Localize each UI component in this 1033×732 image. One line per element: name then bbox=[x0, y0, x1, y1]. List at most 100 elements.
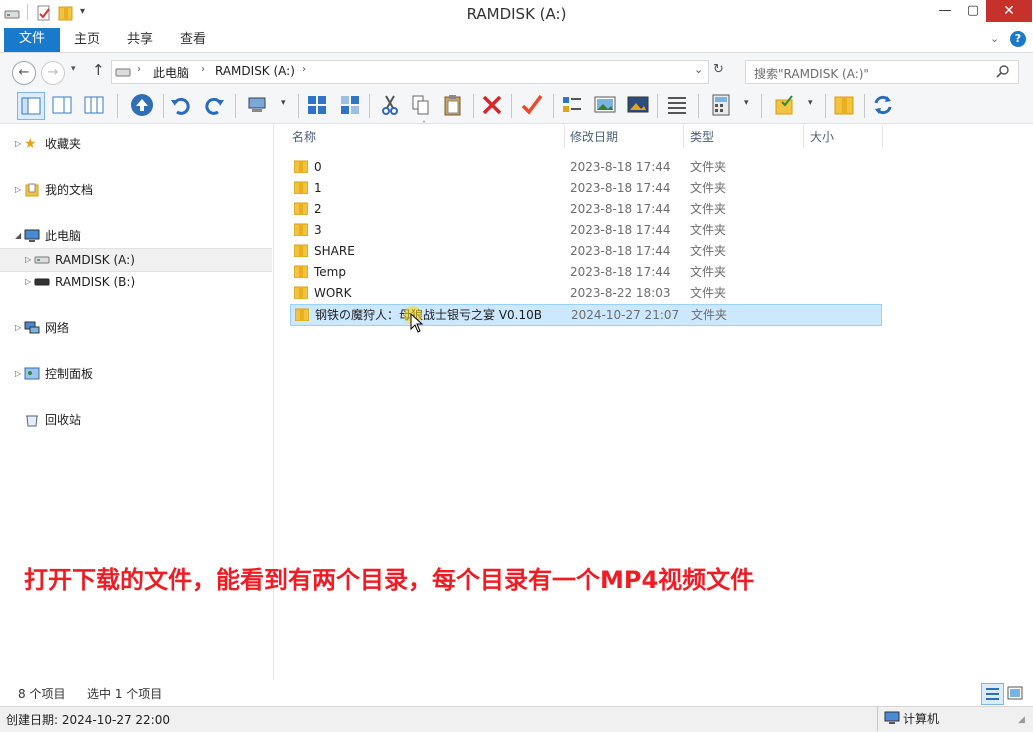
cut-icon[interactable] bbox=[377, 92, 403, 118]
toolbar-separator bbox=[698, 94, 699, 118]
folder-icon bbox=[294, 223, 308, 236]
address-dropdown-icon[interactable]: ⌄ bbox=[694, 63, 703, 76]
minimize-button[interactable]: — bbox=[930, 0, 960, 22]
toolbar-separator bbox=[298, 94, 299, 118]
sidebar-item-my-documents[interactable]: ▷ 我的文档 bbox=[0, 179, 270, 201]
expand-arrow-icon[interactable]: ▷ bbox=[15, 179, 21, 201]
computer-label: 计算机 bbox=[903, 712, 940, 726]
control-panel-icon bbox=[24, 367, 40, 380]
sidebar-item-ramdisk-a[interactable]: ▷ RAMDISK (A:) bbox=[0, 248, 272, 272]
tab-file[interactable]: 文件 bbox=[4, 28, 60, 52]
column-divider bbox=[683, 126, 684, 148]
back-button[interactable]: ← bbox=[12, 61, 36, 85]
breadcrumb-ramdisk[interactable]: RAMDISK (A:) bbox=[215, 64, 295, 78]
sidebar-item-ramdisk-b[interactable]: ▷ RAMDISK (B:) bbox=[0, 271, 270, 293]
redo-icon[interactable] bbox=[201, 92, 227, 118]
sidebar-item-favorites[interactable]: ▷ ★ 收藏夹 bbox=[0, 133, 270, 155]
preview-image-icon[interactable] bbox=[592, 92, 618, 118]
folder-icon bbox=[295, 308, 309, 321]
layout-details-pane-icon[interactable] bbox=[81, 92, 107, 118]
forward-button[interactable]: → bbox=[41, 61, 65, 85]
large-icons-layout-icon bbox=[1007, 686, 1023, 700]
toolbar: ▾ ▾ ▾ bbox=[0, 89, 1033, 124]
file-name: 3 bbox=[314, 223, 322, 237]
expand-arrow-icon[interactable]: ▷ bbox=[15, 133, 21, 155]
checklist-folder-icon[interactable] bbox=[772, 92, 798, 118]
sidebar-item-this-pc[interactable]: ◢ 此电脑 bbox=[0, 225, 270, 247]
sidebar-item-label: 控制面板 bbox=[45, 367, 94, 381]
computer-icon bbox=[884, 711, 900, 724]
sidebar-item-network[interactable]: ▷ 网络 bbox=[0, 317, 270, 339]
file-row[interactable]: 0 2023-8-18 17:44 文件夹 bbox=[290, 157, 880, 177]
checklist-dropdown-icon[interactable]: ▾ bbox=[808, 98, 813, 108]
file-row[interactable]: SHARE 2023-8-18 17:44 文件夹 bbox=[290, 241, 880, 261]
select-check-icon[interactable] bbox=[519, 92, 545, 118]
breadcrumb-this-pc[interactable]: 此电脑 bbox=[153, 64, 189, 81]
expand-arrow-icon[interactable]: ▷ bbox=[15, 317, 21, 339]
up-button[interactable]: ↑ bbox=[92, 61, 105, 79]
column-divider bbox=[803, 126, 804, 148]
tab-share[interactable]: 共享 bbox=[127, 28, 153, 52]
file-row[interactable]: 2 2023-8-18 17:44 文件夹 bbox=[290, 199, 880, 219]
file-row[interactable]: 1 2023-8-18 17:44 文件夹 bbox=[290, 178, 880, 198]
folder-icon bbox=[294, 244, 308, 257]
status-bar: 8 个项目 选中 1 个项目 bbox=[0, 683, 1033, 705]
file-row[interactable]: 3 2023-8-18 17:44 文件夹 bbox=[290, 220, 880, 240]
toolbar-separator bbox=[369, 94, 370, 118]
expand-arrow-icon[interactable]: ▷ bbox=[25, 249, 31, 271]
recent-locations-icon[interactable]: ▾ bbox=[71, 64, 76, 74]
refresh-icon[interactable]: ↻ bbox=[713, 62, 724, 77]
file-row[interactable]: WORK 2023-8-22 18:03 文件夹 bbox=[290, 283, 880, 303]
expand-arrow-icon[interactable]: ▷ bbox=[25, 271, 31, 293]
column-header-date[interactable]: 修改日期 bbox=[570, 124, 682, 150]
ribbon-expand-icon[interactable]: ⌄ bbox=[990, 32, 999, 45]
file-date: 2023-8-18 17:44 bbox=[570, 160, 671, 174]
toolbar-separator bbox=[864, 94, 865, 118]
tab-view[interactable]: 查看 bbox=[180, 28, 206, 52]
collapse-arrow-icon[interactable]: ◢ bbox=[15, 225, 21, 247]
sidebar-item-label: RAMDISK (B:) bbox=[55, 275, 136, 289]
thumbnail-image-icon[interactable] bbox=[625, 92, 651, 118]
details-view-icon[interactable] bbox=[664, 92, 690, 118]
layout-single-pane-icon[interactable] bbox=[17, 92, 45, 120]
details-layout-button[interactable] bbox=[981, 683, 1004, 705]
search-input[interactable]: 搜索"RAMDISK (A:)" bbox=[745, 60, 1019, 84]
help-icon[interactable]: ? bbox=[1010, 31, 1026, 47]
sidebar-item-control-panel[interactable]: ▷ 控制面板 bbox=[0, 363, 270, 385]
large-icons-view-icon[interactable] bbox=[304, 92, 330, 118]
search-icon[interactable] bbox=[996, 65, 1010, 79]
map-drive-icon[interactable] bbox=[245, 92, 271, 118]
maximize-button[interactable]: ▢ bbox=[958, 0, 988, 22]
layout-preview-pane-icon[interactable] bbox=[49, 92, 75, 118]
expand-arrow-icon[interactable]: ▷ bbox=[15, 363, 21, 385]
large-icons-layout-button[interactable] bbox=[1005, 684, 1025, 703]
calculator-dropdown-icon[interactable]: ▾ bbox=[744, 98, 749, 108]
tiles-view-icon[interactable] bbox=[337, 92, 363, 118]
file-name: 0 bbox=[314, 160, 322, 174]
search-placeholder: 搜索"RAMDISK (A:)" bbox=[754, 67, 869, 81]
file-row[interactable]: Temp 2023-8-18 17:44 文件夹 bbox=[290, 262, 880, 282]
file-row-selected[interactable]: 钢铁の魔狩人：母狼战士银亏之宴 V0.10B 2024-10-27 21:07 … bbox=[290, 304, 882, 326]
calculator-icon[interactable] bbox=[708, 92, 734, 118]
map-drive-dropdown-icon[interactable]: ▾ bbox=[281, 98, 286, 108]
file-date: 2023-8-22 18:03 bbox=[570, 286, 671, 300]
sidebar-item-recycle-bin[interactable]: 回收站 bbox=[0, 409, 270, 431]
column-header-type[interactable]: 类型 bbox=[690, 124, 802, 150]
tab-home[interactable]: 主页 bbox=[74, 28, 100, 52]
undo-icon[interactable] bbox=[168, 92, 194, 118]
column-header-size[interactable]: 大小 bbox=[810, 124, 880, 150]
sync-icon[interactable] bbox=[870, 92, 896, 118]
copy-icon[interactable] bbox=[408, 92, 434, 118]
folder-icon[interactable] bbox=[831, 92, 857, 118]
toolbar-separator bbox=[473, 94, 474, 118]
delete-icon[interactable] bbox=[479, 92, 505, 118]
address-bar[interactable]: › 此电脑 › RAMDISK (A:) › ⌄ bbox=[111, 60, 709, 84]
close-button[interactable]: ✕ bbox=[986, 0, 1032, 22]
paste-icon[interactable] bbox=[440, 92, 466, 118]
column-header-name[interactable]: 名称 bbox=[292, 124, 564, 150]
file-type: 文件夹 bbox=[690, 265, 727, 279]
resize-grip-icon[interactable]: ◢ bbox=[1018, 715, 1025, 725]
sidebar-item-label: 收藏夹 bbox=[45, 137, 82, 151]
go-up-icon[interactable] bbox=[129, 92, 155, 118]
properties-view-icon[interactable] bbox=[559, 92, 585, 118]
